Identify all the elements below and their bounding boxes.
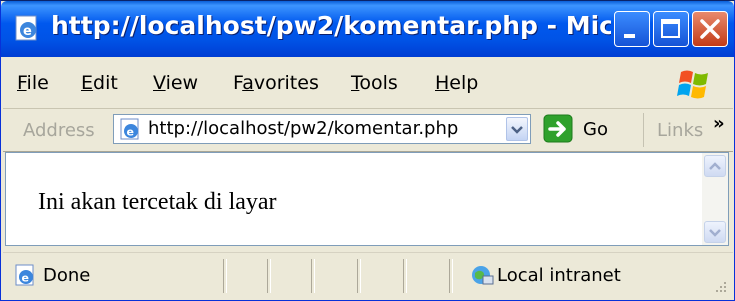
menu-help-accel: H [435,72,450,94]
chevron-down-icon [511,126,523,134]
windows-flag-icon [677,70,708,99]
address-bar: Address e http://localhost/pw2/komentar.… [3,109,733,152]
menu-tools-rest: ools [359,72,398,94]
menu-file-accel: F [17,72,27,94]
menu-edit-rest: dit [93,72,118,94]
menu-help[interactable]: Help [435,72,478,94]
scroll-down-button[interactable] [704,221,726,243]
links-more-chevron[interactable]: » [713,113,725,134]
close-icon [700,19,720,39]
menu-favorites-rest: vorites [253,72,319,94]
svg-text:e: e [23,24,32,39]
address-url: http://localhost/pw2/komentar.php [148,118,459,139]
menu-favorites-prefix: F [233,72,243,94]
local-intranet-icon [472,266,494,285]
status-divider [311,259,315,293]
maximize-button[interactable] [653,11,689,47]
vertical-scrollbar[interactable] [702,153,728,245]
ie-page-icon: e [120,118,139,140]
menu-view-rest: iew [165,72,199,94]
links-label[interactable]: Links [657,120,703,141]
page-text: Ini akan tercetak di layar [38,189,277,215]
status-bar: e Done Local intranet [3,252,733,299]
ie-page-icon: e [15,264,34,286]
chevron-up-icon [709,162,721,170]
status-text: Done [43,265,91,286]
zone-label: Local intranet [497,265,621,286]
browser-window: e http://localhost/pw2/komentar.php - Mi… [0,0,735,301]
address-label: Address [23,120,95,141]
menu-help-rest: elp [449,72,479,94]
resize-grip-icon[interactable] [713,279,727,293]
go-arrow-icon[interactable] [543,114,575,144]
scroll-up-button[interactable] [704,155,726,177]
menu-view[interactable]: View [153,72,198,94]
page-content: Ini akan tercetak di layar [5,152,729,246]
minimize-icon [624,34,635,38]
go-button-label[interactable]: Go [583,119,608,140]
menu-file[interactable]: File [17,72,49,94]
ie-page-icon: e [15,15,37,41]
minimize-button[interactable] [614,11,650,47]
address-dropdown-button[interactable] [506,117,528,141]
status-divider [403,259,407,293]
close-button[interactable] [692,11,728,47]
status-divider [449,259,453,293]
menu-view-accel: V [153,72,166,94]
window-title: http://localhost/pw2/komentar.php - Micr… [51,11,611,40]
status-divider [223,259,227,293]
title-bar[interactable]: e http://localhost/pw2/komentar.php - Mi… [1,1,734,57]
svg-text:e: e [22,272,29,285]
menu-file-rest: ile [26,72,49,94]
menu-edit-accel: E [81,72,94,94]
address-input[interactable]: e http://localhost/pw2/komentar.php [113,114,531,144]
chevron-down-icon [709,229,721,237]
status-divider [357,259,361,293]
menu-favorites[interactable]: Favorites [233,72,319,94]
menu-bar: File Edit View Favorites Tools Help [3,58,733,109]
menu-tools[interactable]: Tools [351,72,398,94]
status-divider [267,259,271,293]
maximize-icon [661,19,680,38]
svg-text:e: e [127,126,134,139]
menu-edit[interactable]: Edit [81,72,118,94]
menu-favorites-accel: a [242,72,254,94]
toolbar-divider [643,113,644,147]
